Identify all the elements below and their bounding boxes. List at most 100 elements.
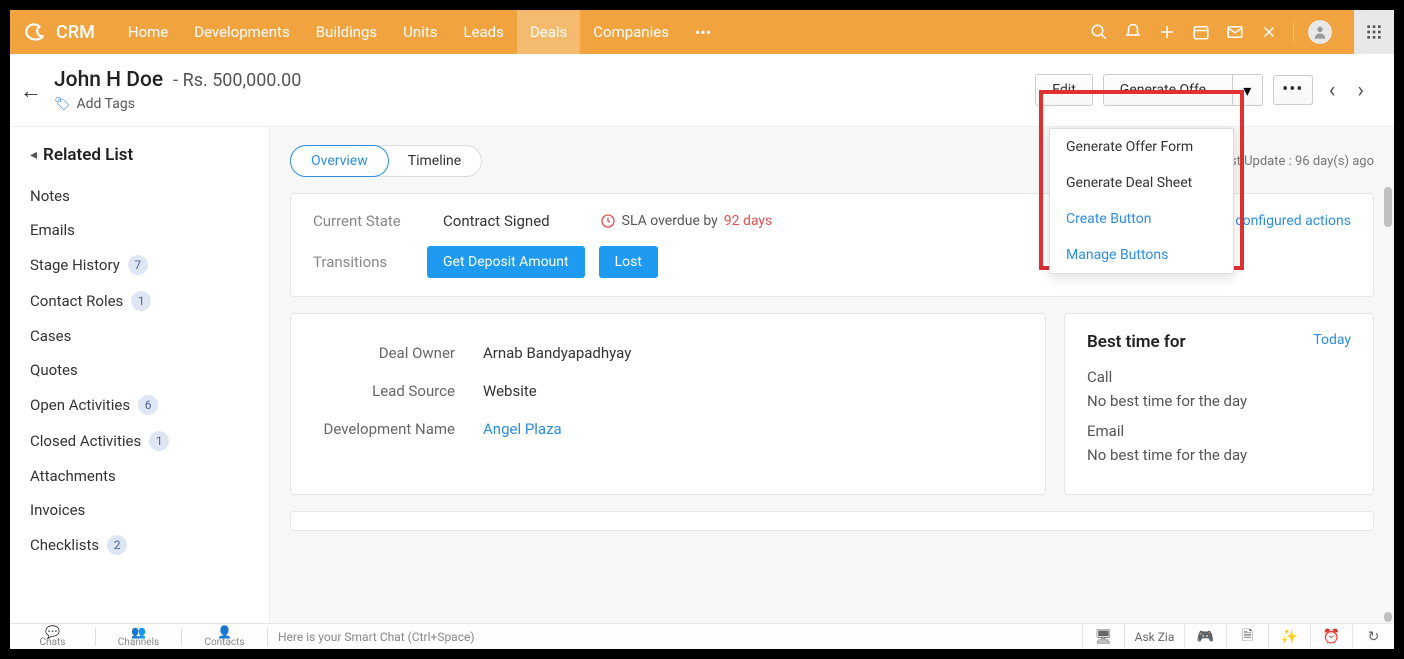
nav-deals[interactable]: Deals	[517, 10, 580, 54]
count-badge: 1	[149, 431, 169, 451]
nav-companies[interactable]: Companies	[580, 10, 682, 54]
best-time-title: Best time for	[1087, 332, 1186, 352]
alarm-icon[interactable]: ⏰	[1310, 624, 1352, 650]
clock-icon	[600, 213, 616, 229]
nav-developments[interactable]: Developments	[181, 10, 303, 54]
development-name-link[interactable]: Angel Plaza	[483, 420, 562, 438]
calendar-icon[interactable]	[1191, 22, 1211, 42]
nav-units[interactable]: Units	[390, 10, 450, 54]
deal-owner-label: Deal Owner	[313, 344, 483, 362]
last-update-text: Last Update : 96 day(s) ago	[1216, 154, 1374, 169]
footer-tab-contacts[interactable]: 👤Contacts	[182, 624, 267, 650]
generate-split-button: Generate Offe... ▾	[1103, 74, 1263, 106]
deal-amount: - Rs. 500,000.00	[173, 70, 301, 91]
mail-icon[interactable]	[1225, 22, 1245, 42]
next-record-icon[interactable]: ›	[1351, 78, 1370, 103]
edit-button[interactable]: Edit	[1035, 74, 1093, 106]
best-time-call-label: Call	[1087, 368, 1351, 386]
lead-source-label: Lead Source	[313, 382, 483, 400]
generate-dropdown-caret[interactable]: ▾	[1233, 74, 1263, 106]
development-name-label: Development Name	[313, 420, 483, 438]
record-header: ← John H Doe - Rs. 500,000.00 🏷 Add Tags…	[10, 54, 1394, 127]
sidebar-caret-icon[interactable]: ◂	[30, 147, 37, 163]
nav-buildings[interactable]: Buildings	[303, 10, 390, 54]
scrollbar-thumb[interactable]	[1384, 187, 1392, 227]
sidebar-item-closed-activities[interactable]: Closed Activities1	[30, 423, 249, 459]
sidebar-item-attachments[interactable]: Attachments	[30, 459, 249, 493]
crm-logo-icon	[22, 19, 48, 45]
deal-owner-value: Arnab Bandyapadhyay	[483, 344, 631, 362]
footer-tab-chats[interactable]: 💬Chats	[10, 624, 95, 650]
generate-dropdown-menu: Generate Offer Form Generate Deal Sheet …	[1049, 128, 1234, 274]
best-time-call-none: No best time for the day	[1087, 392, 1351, 410]
transitions-label: Transitions	[313, 253, 413, 271]
sidebar-item-notes[interactable]: Notes	[30, 179, 249, 213]
contacts-icon: 👤	[217, 626, 232, 638]
dropdown-item-generate-deal-sheet[interactable]: Generate Deal Sheet	[1050, 165, 1233, 201]
bell-icon[interactable]	[1123, 22, 1143, 42]
footer-tab-channels[interactable]: 👥Channels	[96, 624, 181, 650]
chat-icon: 💬	[45, 626, 60, 638]
get-deposit-button[interactable]: Get Deposit Amount	[427, 246, 585, 278]
tag-icon: 🏷	[54, 97, 71, 112]
sidebar-title: Related List	[43, 145, 133, 165]
sidebar-item-emails[interactable]: Emails	[30, 213, 249, 247]
signals-icon[interactable]: ✨	[1268, 624, 1310, 650]
count-badge: 1	[131, 291, 151, 311]
sidebar-item-invoices[interactable]: Invoices	[30, 493, 249, 527]
nav-home[interactable]: Home	[115, 10, 181, 54]
best-time-email-none: No best time for the day	[1087, 446, 1351, 464]
history-icon[interactable]: ↻	[1352, 624, 1394, 650]
game-icon[interactable]: 🎮	[1184, 624, 1226, 650]
view-tabs: Overview Timeline	[290, 145, 482, 177]
count-badge: 6	[138, 395, 158, 415]
sidebar-item-stage-history[interactable]: Stage History7	[30, 247, 249, 283]
sidebar-item-cases[interactable]: Cases	[30, 319, 249, 353]
dropdown-item-create-button[interactable]: Create Button	[1050, 201, 1233, 237]
add-tags-button[interactable]: 🏷 Add Tags	[54, 96, 301, 112]
sidebar-item-open-activities[interactable]: Open Activities6	[30, 387, 249, 423]
main-nav: Home Developments Buildings Units Leads …	[115, 10, 724, 54]
separator	[1293, 22, 1294, 42]
generate-button[interactable]: Generate Offe...	[1103, 74, 1233, 106]
sidebar-item-quotes[interactable]: Quotes	[30, 353, 249, 387]
footer-bar: 💬Chats 👥Channels 👤Contacts Here is your …	[10, 623, 1394, 649]
related-list-sidebar: ◂ Related List Notes Emails Stage Histor…	[10, 127, 270, 624]
plus-icon[interactable]	[1157, 22, 1177, 42]
best-time-email-label: Email	[1087, 422, 1351, 440]
today-link[interactable]: Today	[1313, 332, 1351, 352]
ask-zia-button[interactable]: Ask Zia	[1124, 624, 1184, 650]
deal-info-card: Deal Owner Arnab Bandyapadhyay Lead Sour…	[290, 313, 1046, 495]
count-badge: 2	[107, 535, 127, 555]
sidebar-item-checklists[interactable]: Checklists2	[30, 527, 249, 563]
current-state-value: Contract Signed	[443, 212, 550, 230]
brand-logo[interactable]: CRM	[22, 19, 95, 45]
tools-icon[interactable]	[1259, 22, 1279, 42]
next-card-top	[290, 511, 1374, 531]
user-avatar[interactable]	[1308, 20, 1332, 44]
channels-icon: 👥	[131, 626, 146, 638]
tab-timeline[interactable]: Timeline	[388, 146, 481, 176]
current-state-label: Current State	[313, 212, 413, 230]
dropdown-item-generate-offer-form[interactable]: Generate Offer Form	[1050, 129, 1233, 165]
back-arrow-icon[interactable]: ←	[20, 78, 42, 104]
sla-indicator: SLA overdue by 92 days	[600, 213, 773, 229]
brand-name: CRM	[56, 22, 95, 43]
app-grid-icon[interactable]	[1354, 10, 1394, 54]
search-icon[interactable]	[1089, 22, 1109, 42]
count-badge: 7	[128, 255, 148, 275]
best-time-card: Best time for Today Call No best time fo…	[1064, 313, 1374, 495]
nav-more-icon[interactable]: •••	[682, 10, 724, 54]
note-icon[interactable]: 🗎	[1226, 624, 1268, 650]
add-tags-label: Add Tags	[77, 96, 135, 112]
tab-overview[interactable]: Overview	[290, 145, 389, 177]
sidebar-item-contact-roles[interactable]: Contact Roles1	[30, 283, 249, 319]
more-actions-button[interactable]: •••	[1273, 75, 1313, 105]
top-nav-bar: CRM Home Developments Buildings Units Le…	[10, 10, 1394, 54]
prev-record-icon[interactable]: ‹	[1323, 78, 1342, 103]
lost-button[interactable]: Lost	[599, 246, 658, 278]
nav-leads[interactable]: Leads	[450, 10, 516, 54]
monitor-icon[interactable]: 🖥	[1082, 624, 1124, 650]
dropdown-item-manage-buttons[interactable]: Manage Buttons	[1050, 237, 1233, 273]
scrollbar-thumb-bottom[interactable]	[1384, 612, 1392, 622]
